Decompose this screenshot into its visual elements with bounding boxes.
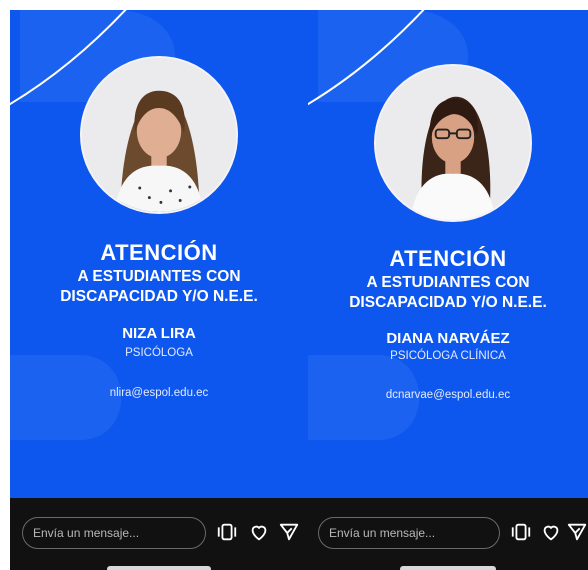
message-input[interactable] [318, 517, 500, 549]
title-heading: ATENCIÓN [389, 246, 507, 271]
story-panel-right: ATENCIÓN A ESTUDIANTES CON DISCAPACIDAD … [308, 10, 588, 570]
title-subheading-2: DISCAPACIDAD Y/O N.E.E. [349, 294, 547, 311]
heart-icon[interactable] [540, 521, 562, 543]
profile-photo [374, 64, 532, 222]
story-panel-left: ATENCIÓN A ESTUDIANTES CON DISCAPACIDAD … [10, 10, 308, 570]
message-input[interactable] [22, 517, 206, 549]
home-indicator [107, 566, 211, 570]
person-role: PSICÓLOGA CLÍNICA [390, 350, 506, 362]
sticker-icon[interactable] [510, 521, 532, 543]
title-subheading-2: DISCAPACIDAD Y/O N.E.E. [60, 288, 258, 305]
profile-photo [80, 56, 238, 214]
email-address[interactable]: dcnarvae@espol.edu.ec [308, 389, 588, 401]
story-card[interactable]: ATENCIÓN A ESTUDIANTES CON DISCAPACIDAD … [10, 10, 308, 498]
heart-icon[interactable] [248, 521, 270, 543]
person-name: NIZA LIRA [122, 325, 196, 342]
send-icon[interactable] [566, 521, 588, 543]
title-heading: ATENCIÓN [100, 240, 218, 265]
story-card[interactable]: ATENCIÓN A ESTUDIANTES CON DISCAPACIDAD … [308, 10, 588, 498]
email-address[interactable]: nlira@espol.edu.ec [10, 387, 308, 399]
title-subheading: A ESTUDIANTES CON [366, 274, 530, 291]
title-subheading: A ESTUDIANTES CON [77, 268, 241, 285]
send-icon[interactable] [278, 521, 300, 543]
sticker-icon[interactable] [216, 521, 238, 543]
person-role: PSICÓLOGA [125, 347, 193, 359]
home-indicator [400, 566, 496, 570]
person-name: DIANA NARVÁEZ [386, 330, 510, 347]
